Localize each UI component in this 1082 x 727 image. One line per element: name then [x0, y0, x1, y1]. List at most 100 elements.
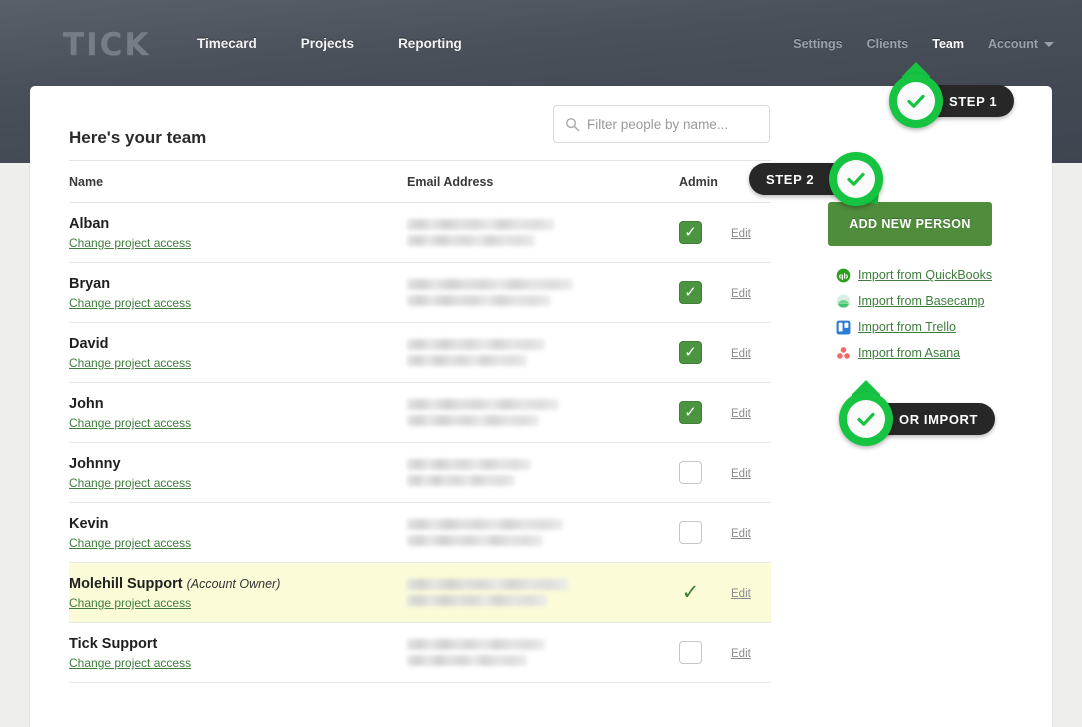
edit-link[interactable]: Edit: [731, 528, 751, 540]
redacted-email: [407, 235, 535, 246]
edit-cell: Edit: [731, 584, 771, 602]
admin-owner-check-icon: ✓: [679, 581, 702, 604]
redacted-email: [407, 639, 545, 650]
account-label[interactable]: Account: [988, 37, 1038, 51]
import-trello-label: Import from Trello: [858, 320, 956, 334]
basecamp-icon: [836, 294, 851, 309]
email-address-cell: [407, 459, 679, 486]
import-from-basecamp-link[interactable]: Import from Basecamp: [836, 288, 992, 314]
redacted-email: [407, 475, 515, 486]
primary-nav: Timecard Projects Reporting: [197, 36, 462, 51]
check-circle-icon: [889, 74, 943, 128]
nav-item-team[interactable]: Team: [932, 37, 964, 51]
table-header-row: Name Email Address Admin: [69, 161, 771, 203]
nav-item-settings[interactable]: Settings: [793, 37, 842, 51]
admin-cell: ✓: [679, 581, 731, 604]
change-project-access-link[interactable]: Change project access: [69, 416, 407, 430]
edit-link[interactable]: Edit: [731, 228, 751, 240]
column-header-email: Email Address: [407, 175, 679, 189]
search-input[interactable]: [587, 117, 769, 132]
edit-cell: Edit: [731, 224, 771, 242]
admin-checkbox-checked[interactable]: ✓: [679, 221, 702, 244]
trello-icon: [836, 320, 851, 335]
person-name: Alban: [69, 216, 109, 232]
edit-link[interactable]: Edit: [731, 348, 751, 360]
edit-link[interactable]: Edit: [731, 468, 751, 480]
admin-checkbox-unchecked[interactable]: [679, 521, 702, 544]
admin-cell: ✓: [679, 281, 731, 304]
email-address-cell: [407, 579, 679, 606]
step-1-marker: [889, 74, 943, 128]
email-address-cell: [407, 339, 679, 366]
admin-checkbox-checked[interactable]: ✓: [679, 401, 702, 424]
change-project-access-link[interactable]: Change project access: [69, 656, 407, 670]
person-name: Tick Support: [69, 636, 157, 652]
table-row: David Change project access ✓ Edit: [69, 323, 771, 383]
table-row: Molehill Support (Account Owner) Change pr…: [69, 563, 771, 623]
change-project-access-link[interactable]: Change project access: [69, 236, 407, 250]
nav-item-timecard[interactable]: Timecard: [197, 36, 257, 51]
nav-item-clients[interactable]: Clients: [867, 37, 909, 51]
nav-item-reporting[interactable]: Reporting: [398, 36, 462, 51]
redacted-email: [407, 399, 559, 410]
edit-link[interactable]: Edit: [731, 288, 751, 300]
change-project-access-link[interactable]: Change project access: [69, 296, 407, 310]
email-address-cell: [407, 639, 679, 666]
edit-link[interactable]: Edit: [731, 648, 751, 660]
search-icon: [565, 117, 580, 132]
email-address-cell: [407, 519, 679, 546]
table-row: Tick Support Change project access Edit: [69, 623, 771, 683]
import-asana-label: Import from Asana: [858, 346, 960, 360]
import-from-quickbooks-link[interactable]: qb Import from QuickBooks: [836, 262, 992, 288]
filter-people-search[interactable]: [553, 105, 770, 143]
person-name: Johnny: [69, 456, 121, 472]
table-row: Alban Change project access ✓ Edit: [69, 203, 771, 263]
account-owner-tag: (Account Owner): [187, 577, 281, 591]
tick-logo[interactable]: TICK: [63, 27, 150, 63]
change-project-access-link[interactable]: Change project access: [69, 356, 407, 370]
change-project-access-link[interactable]: Change project access: [69, 536, 407, 550]
redacted-email: [407, 415, 539, 426]
person-name-cell: David Change project access: [69, 327, 407, 378]
svg-text:qb: qb: [839, 271, 849, 280]
person-name: David: [69, 336, 109, 352]
import-from-asana-link[interactable]: Import from Asana: [836, 340, 992, 366]
admin-checkbox-checked[interactable]: ✓: [679, 341, 702, 364]
admin-checkbox-checked[interactable]: ✓: [679, 281, 702, 304]
nav-item-projects[interactable]: Projects: [301, 36, 354, 51]
import-from-trello-link[interactable]: Import from Trello: [836, 314, 992, 340]
check-circle-icon: [839, 392, 893, 446]
edit-cell: Edit: [731, 464, 771, 482]
edit-link[interactable]: Edit: [731, 408, 751, 420]
admin-checkbox-unchecked[interactable]: [679, 641, 702, 664]
email-address-cell: [407, 279, 679, 306]
edit-cell: Edit: [731, 404, 771, 422]
admin-checkbox-unchecked[interactable]: [679, 461, 702, 484]
or-import-marker: [839, 392, 893, 446]
import-basecamp-label: Import from Basecamp: [858, 294, 984, 308]
column-header-name: Name: [69, 175, 407, 189]
person-name-cell: KevinChange project access: [69, 507, 407, 558]
email-address-cell: [407, 399, 679, 426]
change-project-access-link[interactable]: Change project access: [69, 596, 407, 610]
person-name: Bryan: [69, 276, 110, 292]
nav-item-account[interactable]: Account: [988, 37, 1054, 51]
import-links: qb Import from QuickBooks Import from Ba…: [836, 262, 992, 366]
redacted-email: [407, 219, 554, 230]
redacted-email: [407, 535, 543, 546]
redacted-email: [407, 519, 563, 530]
person-name-cell: JohnChange project access: [69, 387, 407, 438]
page-root: TICK Timecard Projects Reporting Setting…: [0, 0, 1082, 727]
add-new-person-button[interactable]: ADD NEW PERSON: [828, 202, 992, 246]
secondary-nav: Settings Clients Team Account: [793, 37, 1054, 51]
admin-cell: [679, 641, 731, 664]
redacted-email: [407, 459, 531, 470]
admin-cell: ✓: [679, 401, 731, 424]
admin-cell: ✓: [679, 221, 731, 244]
person-name: Molehill Support: [69, 576, 183, 592]
edit-link[interactable]: Edit: [731, 588, 751, 600]
table-row: JohnChange project access ✓ Edit: [69, 383, 771, 443]
change-project-access-link[interactable]: Change project access: [69, 476, 407, 490]
redacted-email: [407, 339, 545, 350]
step-2-marker: [829, 152, 883, 206]
